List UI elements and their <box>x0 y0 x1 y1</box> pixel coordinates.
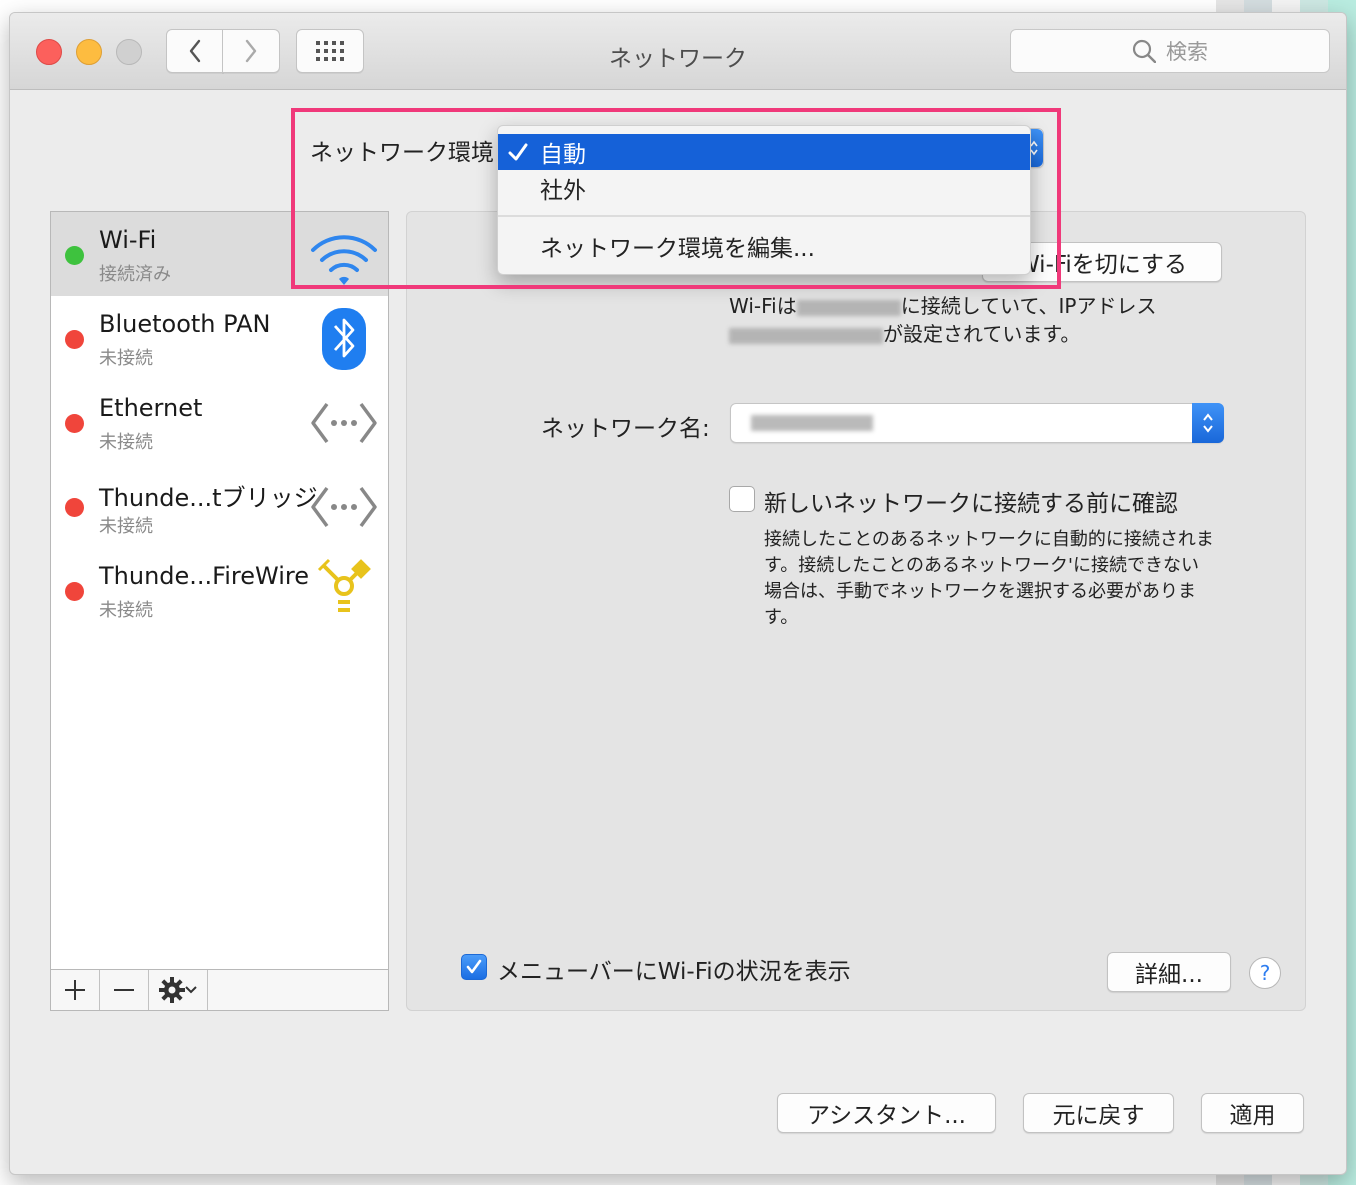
network-name-label: ネットワーク名: <box>541 416 710 442</box>
service-item-thunderbolt-bridge[interactable]: Thunde...tブリッジ 未接続 <box>51 464 388 548</box>
status-dot <box>65 246 84 265</box>
service-name: Thunde...tブリッジ <box>99 484 318 512</box>
remove-service-button[interactable] <box>100 970 149 1010</box>
service-item-ethernet[interactable]: Ethernet 未接続 <box>51 380 388 464</box>
redacted-network-name <box>751 415 873 431</box>
action-menu-button[interactable] <box>149 970 208 1010</box>
show-in-menubar-label: メニューバーにWi-Fiの状況を表示 <box>497 959 851 985</box>
status-suffix: が設定されています。 <box>883 322 1081 346</box>
redacted-ip-address <box>729 327 883 344</box>
menu-item-outside[interactable]: 社外 <box>498 170 1030 206</box>
revert-button[interactable]: 元に戻す <box>1023 1093 1174 1133</box>
advanced-button[interactable]: 詳細... <box>1107 952 1231 992</box>
title-bar: ネットワーク 検索 <box>10 13 1346 90</box>
apply-button[interactable]: 適用 <box>1201 1093 1304 1133</box>
menu-item-label: 社外 <box>540 178 586 204</box>
bluetooth-icon <box>322 308 366 370</box>
menu-item-auto[interactable]: 自動 <box>498 134 1030 170</box>
firewire-icon <box>317 558 371 612</box>
add-service-button[interactable] <box>51 970 100 1010</box>
service-status: 未接続 <box>99 432 153 453</box>
status-prefix: Wi-Fiは <box>729 294 797 318</box>
checkmark-icon <box>508 143 528 161</box>
show-in-menubar-checkbox[interactable] <box>461 954 487 980</box>
service-list-toolbar <box>50 969 389 1011</box>
wifi-status-line2: が設定されています。 <box>729 318 1080 347</box>
service-name: Bluetooth PAN <box>99 310 271 338</box>
service-list: Wi-Fi 接続済み Bluetooth PAN 未接続 Ethernet 未接… <box>50 211 389 970</box>
search-field[interactable]: 検索 <box>1010 29 1330 73</box>
location-menu: 自動 社外 ネットワーク環境を編集... <box>497 125 1031 275</box>
status-suffix: に接続していて、IPアドレス <box>900 294 1157 318</box>
status-dot <box>65 582 84 601</box>
service-name: Thunde...FireWire <box>99 562 309 590</box>
location-label: ネットワーク環境 <box>310 140 494 166</box>
ask-to-join-label: 新しいネットワークに接続する前に確認 <box>764 491 1178 517</box>
ethernet-icon <box>311 402 377 444</box>
network-preferences-window: ネットワーク 検索 ネットワーク環境 Wi-Fi 接続済み Bluetooth <box>9 12 1347 1175</box>
search-icon <box>1132 39 1156 63</box>
gear-icon <box>159 977 185 1003</box>
service-name: Wi-Fi <box>99 226 157 254</box>
ethernet-icon <box>311 486 377 528</box>
help-button[interactable]: ? <box>1249 957 1281 989</box>
network-name-popup[interactable] <box>730 403 1224 443</box>
menu-item-edit-locations[interactable]: ネットワーク環境を編集... <box>498 228 1030 264</box>
wifi-icon <box>311 235 377 285</box>
status-dot <box>65 330 84 349</box>
assistant-button[interactable]: アシスタント... <box>777 1093 996 1133</box>
service-status: 接続済み <box>99 264 171 285</box>
ask-to-join-help-text: 接続したことのあるネットワークに自動的に接続されます。接続したことのあるネットワ… <box>764 529 1214 628</box>
plus-icon <box>65 980 85 1000</box>
checkmark-icon <box>466 959 482 974</box>
chevron-down-icon <box>185 986 197 994</box>
menu-item-label: ネットワーク環境を編集... <box>540 236 815 262</box>
service-status: 未接続 <box>99 516 153 537</box>
service-item-thunderbolt-firewire[interactable]: Thunde...FireWire 未接続 <box>51 548 388 632</box>
network-name-stepper <box>1192 403 1224 443</box>
service-name: Ethernet <box>99 394 203 422</box>
wifi-detail-panel: Wi-Fiを切にする Wi-Fiは に接続していて、IPアドレス が設定されていま… <box>406 211 1306 1011</box>
service-status: 未接続 <box>99 348 153 369</box>
service-item-wifi[interactable]: Wi-Fi 接続済み <box>51 212 388 296</box>
search-placeholder: 検索 <box>1166 40 1208 64</box>
up-down-chevron-icon <box>1203 413 1213 433</box>
wifi-status-line1: Wi-Fiは に接続していて、IPアドレス <box>729 290 1156 319</box>
minus-icon <box>114 989 134 991</box>
status-dot <box>65 414 84 433</box>
service-status: 未接続 <box>99 600 153 621</box>
ask-to-join-checkbox[interactable] <box>729 486 755 512</box>
menu-item-label: 自動 <box>540 142 586 168</box>
menu-separator <box>498 215 1030 217</box>
redacted-network-name <box>796 299 901 316</box>
status-dot <box>65 498 84 517</box>
service-item-bluetooth-pan[interactable]: Bluetooth PAN 未接続 <box>51 296 388 380</box>
